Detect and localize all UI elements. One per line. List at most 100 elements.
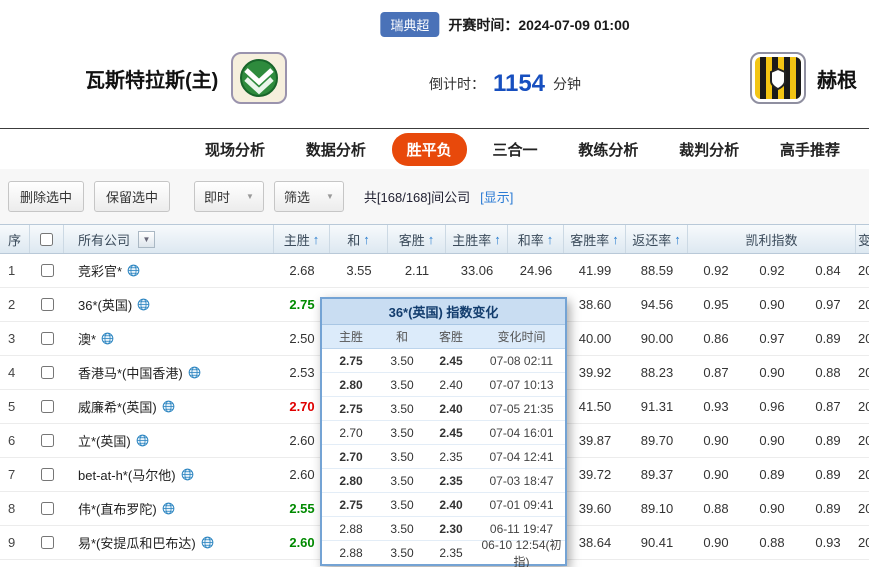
popup-draw-odds: 3.50 bbox=[380, 474, 424, 488]
row-checkbox-cell bbox=[30, 424, 64, 457]
globe-icon[interactable] bbox=[127, 264, 140, 277]
sort-asc-icon[interactable]: ↑ bbox=[363, 232, 370, 247]
company-name[interactable]: 36*(英国) bbox=[78, 295, 132, 314]
home-odds[interactable]: 2.68 bbox=[274, 254, 330, 287]
away-rate: 38.64 bbox=[564, 526, 626, 559]
col-away[interactable]: 客胜↑ bbox=[388, 225, 446, 253]
kelly-value: 0.89 bbox=[800, 467, 856, 482]
row-index: 2 bbox=[0, 288, 30, 321]
nav-tab[interactable]: 三合一 bbox=[477, 133, 552, 166]
popup-row: 2.753.502.4007-01 09:41 bbox=[322, 493, 565, 517]
toolbar: 删除选中 保留选中 即时 ▼ 筛选 ▼ 共[168/168]间公司 [显示] bbox=[0, 169, 869, 224]
sort-asc-icon[interactable]: ↑ bbox=[428, 232, 435, 247]
popup-row: 2.803.502.3507-03 18:47 bbox=[322, 469, 565, 493]
col-away_rate[interactable]: 客胜率↑ bbox=[564, 225, 626, 253]
odds-change-popup: 36*(英国) 指数变化 主胜和客胜变化时间 2.753.502.4507-08… bbox=[320, 297, 567, 566]
row-checkbox[interactable] bbox=[41, 468, 54, 481]
company-name[interactable]: 香港马*(中国香港) bbox=[78, 363, 183, 382]
league-badge[interactable]: 瑞典超 bbox=[380, 12, 439, 37]
row-checkbox[interactable] bbox=[41, 332, 54, 345]
kelly-cell: 0.880.900.89 bbox=[688, 492, 856, 525]
popup-home-odds: 2.80 bbox=[322, 378, 380, 392]
globe-icon[interactable] bbox=[188, 366, 201, 379]
home-team: 瓦斯特拉斯(主) bbox=[85, 52, 287, 104]
show-link[interactable]: [显示] bbox=[480, 187, 513, 206]
kelly-value: 0.95 bbox=[688, 297, 744, 312]
row-checkbox[interactable] bbox=[41, 434, 54, 447]
nav-tab[interactable]: 裁判分析 bbox=[664, 133, 754, 166]
globe-icon[interactable] bbox=[136, 434, 149, 447]
company-name[interactable]: 竞彩官* bbox=[78, 261, 122, 280]
filter-dropdown[interactable]: 筛选 ▼ bbox=[274, 181, 344, 212]
company-filter-dropdown-icon[interactable]: ▼ bbox=[138, 231, 155, 248]
match-info-bar: 瑞典超 开赛时间：2024-07-09 01:00 bbox=[380, 12, 629, 37]
away-rate: 41.50 bbox=[564, 390, 626, 423]
nav-tab[interactable]: 数据分析 bbox=[291, 133, 381, 166]
kelly-value: 0.88 bbox=[800, 365, 856, 380]
nav-tab[interactable]: 现场分析 bbox=[190, 133, 280, 166]
globe-icon[interactable] bbox=[137, 298, 150, 311]
row-checkbox[interactable] bbox=[41, 502, 54, 515]
kelly-cell: 0.950.900.97 bbox=[688, 288, 856, 321]
kelly-value: 0.90 bbox=[688, 433, 744, 448]
company-name[interactable]: 澳* bbox=[78, 329, 96, 348]
popup-away-odds: 2.40 bbox=[424, 402, 478, 416]
company-cell: bet-at-h*(马尔他) bbox=[64, 458, 274, 491]
instant-dropdown[interactable]: 即时 ▼ bbox=[194, 181, 264, 212]
popup-draw-odds: 3.50 bbox=[380, 546, 424, 560]
sort-asc-icon[interactable]: ↑ bbox=[612, 232, 619, 247]
company-name[interactable]: 威廉希*(英国) bbox=[78, 397, 157, 416]
popup-away-odds: 2.45 bbox=[424, 354, 478, 368]
draw-odds[interactable]: 3.55 bbox=[330, 254, 388, 287]
col-draw_rate[interactable]: 和率↑ bbox=[508, 225, 564, 253]
globe-icon[interactable] bbox=[181, 468, 194, 481]
popup-col-header: 客胜 bbox=[424, 328, 478, 345]
row-index: 3 bbox=[0, 322, 30, 355]
delete-selected-button[interactable]: 删除选中 bbox=[8, 181, 84, 212]
row-checkbox[interactable] bbox=[41, 400, 54, 413]
row-checkbox[interactable] bbox=[41, 536, 54, 549]
table-header: 序所有公司▼主胜↑和↑客胜↑主胜率↑和率↑客胜率↑返还率↑凯利指数变 bbox=[0, 224, 869, 254]
kelly-value: 0.92 bbox=[688, 263, 744, 278]
popup-change-time: 07-07 10:13 bbox=[478, 378, 565, 392]
company-name[interactable]: bet-at-h*(马尔他) bbox=[78, 465, 176, 484]
col-change: 变 bbox=[856, 225, 869, 253]
nav-tab[interactable]: 胜平负 bbox=[392, 133, 467, 166]
home-team-logo bbox=[231, 52, 287, 104]
sort-asc-icon[interactable]: ↑ bbox=[547, 232, 554, 247]
col-home_rate[interactable]: 主胜率↑ bbox=[446, 225, 508, 253]
col-home[interactable]: 主胜↑ bbox=[274, 225, 330, 253]
company-name[interactable]: 立*(英国) bbox=[78, 431, 131, 450]
popup-draw-odds: 3.50 bbox=[380, 354, 424, 368]
company-name[interactable]: 易*(安提瓜和巴布达) bbox=[78, 533, 196, 552]
popup-row: 2.703.502.4507-04 16:01 bbox=[322, 421, 565, 445]
col-return_rate[interactable]: 返还率↑ bbox=[626, 225, 688, 253]
filter-dropdown-label: 筛选 bbox=[284, 187, 310, 206]
row-checkbox[interactable] bbox=[41, 264, 54, 277]
col-draw[interactable]: 和↑ bbox=[330, 225, 388, 253]
company-name[interactable]: 伟*(直布罗陀) bbox=[78, 499, 157, 518]
popup-title: 36*(英国) 指数变化 bbox=[322, 299, 565, 325]
col-company[interactable]: 所有公司▼ bbox=[64, 225, 274, 253]
popup-away-odds: 2.45 bbox=[424, 426, 478, 440]
nav-tab[interactable]: 教练分析 bbox=[563, 133, 653, 166]
globe-icon[interactable] bbox=[162, 400, 175, 413]
select-all-checkbox[interactable] bbox=[40, 233, 53, 246]
popup-row: 2.883.502.3506-10 12:54(初指) bbox=[322, 541, 565, 564]
away-odds[interactable]: 2.11 bbox=[388, 254, 446, 287]
sort-asc-icon[interactable]: ↑ bbox=[313, 232, 320, 247]
sort-asc-icon[interactable]: ↑ bbox=[494, 232, 501, 247]
col-label: 客胜率 bbox=[570, 230, 609, 249]
kelly-value: 0.97 bbox=[800, 297, 856, 312]
keep-selected-button[interactable]: 保留选中 bbox=[94, 181, 170, 212]
popup-row: 2.803.502.4007-07 10:13 bbox=[322, 373, 565, 397]
row-checkbox[interactable] bbox=[41, 366, 54, 379]
row-checkbox[interactable] bbox=[41, 298, 54, 311]
sort-asc-icon[interactable]: ↑ bbox=[674, 232, 681, 247]
globe-icon[interactable] bbox=[201, 536, 214, 549]
globe-icon[interactable] bbox=[101, 332, 114, 345]
popup-body: 2.753.502.4507-08 02:112.803.502.4007-07… bbox=[322, 349, 565, 564]
globe-icon[interactable] bbox=[162, 502, 175, 515]
row-index: 9 bbox=[0, 526, 30, 559]
nav-tab[interactable]: 高手推荐 bbox=[765, 133, 855, 166]
